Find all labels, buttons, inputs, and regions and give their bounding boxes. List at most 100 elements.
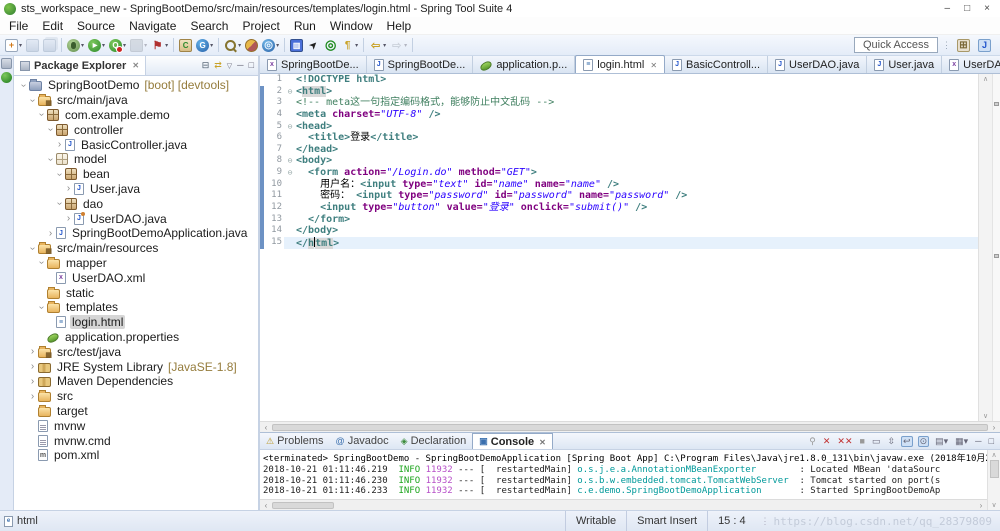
expander-icon[interactable]: [27, 346, 38, 357]
code-line-7[interactable]: 7</head>: [260, 144, 978, 156]
restore-button[interactable]: □: [964, 4, 970, 14]
scroll-right-icon[interactable]: ›: [975, 501, 987, 510]
expander-icon[interactable]: [18, 80, 29, 91]
code-line-4[interactable]: 4<meta charset="UTF-8" />: [260, 109, 978, 121]
tree-item-application-properties[interactable]: application.properties: [14, 330, 258, 345]
open-palette-button[interactable]: [243, 38, 260, 53]
code-line-5[interactable]: 5<head>: [260, 121, 978, 133]
tree-item-templates[interactable]: templates: [14, 300, 258, 315]
scrollbar-thumb[interactable]: [272, 502, 334, 509]
scroll-left-icon[interactable]: ‹: [260, 501, 272, 510]
fold-collapse-icon[interactable]: [284, 86, 296, 98]
min-icon[interactable]: [237, 61, 243, 70]
code-line-10[interactable]: 10 用户名：<input type="text" id="name" name…: [260, 179, 978, 191]
menu-item-run[interactable]: Run: [287, 18, 323, 34]
dropdown-arrow-icon[interactable]: ▾: [355, 42, 358, 49]
code-line-11[interactable]: 11 密码： <input type="password" id="passwo…: [260, 190, 978, 202]
maximize-view-button[interactable]: □: [988, 437, 995, 446]
line-number[interactable]: 13: [264, 214, 284, 226]
tree-item-springbootdemo[interactable]: SpringBootDemo [boot] [devtools]: [14, 78, 258, 93]
link-with-editor-button[interactable]: [305, 38, 322, 53]
tree-item-dao[interactable]: dao: [14, 196, 258, 211]
editor-empty-space[interactable]: [260, 249, 978, 421]
fold-collapse-icon[interactable]: [284, 121, 296, 133]
code-line-14[interactable]: 14</body>: [260, 225, 978, 237]
scroll-up-icon[interactable]: ∧: [983, 75, 988, 83]
tree-item-basiccontroller-java[interactable]: BasicController.java: [14, 137, 258, 152]
scroll-up-icon[interactable]: ∧: [991, 451, 996, 459]
max-icon[interactable]: [249, 61, 254, 70]
code-line-12[interactable]: 12 <input type="button" value="登录" oncli…: [260, 202, 978, 214]
tree-item-mapper[interactable]: mapper: [14, 256, 258, 271]
scroll-down-icon[interactable]: ∨: [991, 501, 996, 509]
expander-icon[interactable]: [63, 183, 74, 194]
open-console-button[interactable]: ▦▾: [954, 437, 969, 446]
expander-icon[interactable]: [54, 198, 65, 209]
dropdown-arrow-icon[interactable]: ▾: [102, 42, 105, 49]
code-line-13[interactable]: 13 </form>: [260, 214, 978, 226]
boot-dashboard-shortcut-icon[interactable]: [1, 72, 12, 83]
dropdown-arrow-icon[interactable]: ▾: [383, 42, 386, 49]
menu-item-project[interactable]: Project: [235, 18, 286, 34]
line-number[interactable]: 9: [264, 167, 284, 179]
expander-icon[interactable]: [45, 124, 56, 135]
profile-button[interactable]: ▾: [107, 38, 128, 53]
code-line-9[interactable]: 9 <form action="/Login.do" method="GET">: [260, 167, 978, 179]
menu-item-edit[interactable]: Edit: [35, 18, 70, 34]
run-button[interactable]: ▾: [86, 38, 107, 53]
fold-collapse-icon[interactable]: [284, 155, 296, 167]
terminate-button[interactable]: ■: [859, 437, 866, 446]
line-number[interactable]: 6: [264, 132, 284, 144]
expander-icon[interactable]: [27, 243, 38, 254]
back-button[interactable]: ▾: [367, 38, 388, 53]
tree-item-com-example-demo[interactable]: com.example.demo: [14, 108, 258, 123]
menu-item-navigate[interactable]: Navigate: [122, 18, 183, 34]
java-perspective-button[interactable]: [976, 38, 993, 53]
menu-item-source[interactable]: Source: [70, 18, 122, 34]
close-tab-icon[interactable]: [537, 436, 546, 448]
code-line-8[interactable]: 8<body>: [260, 155, 978, 167]
editor-vertical-scrollbar[interactable]: ∧ ∨: [978, 74, 992, 421]
tree-item-maven-dependencies[interactable]: Maven Dependencies: [14, 374, 258, 389]
code-line-1[interactable]: 1<!DOCTYPE html>: [260, 74, 978, 86]
line-number[interactable]: 12: [264, 202, 284, 214]
scrollbar-thumb[interactable]: [990, 460, 999, 478]
console-tab-problems[interactable]: Problems: [260, 433, 330, 449]
tree-item-bean[interactable]: bean: [14, 167, 258, 182]
line-number[interactable]: 4: [264, 109, 284, 121]
tree-item-src-main-java[interactable]: src/main/java: [14, 93, 258, 108]
line-number[interactable]: 3: [264, 97, 284, 109]
tree-item-pom-xml[interactable]: pom.xml: [14, 448, 258, 463]
view-menu-icon[interactable]: [227, 61, 232, 70]
expander-icon[interactable]: [45, 154, 56, 165]
console-horizontal-scrollbar[interactable]: ‹ ›: [260, 499, 987, 510]
scroll-down-icon[interactable]: ∨: [983, 412, 988, 420]
editor-tab-login-html[interactable]: login.html: [575, 55, 665, 73]
scroll-left-icon[interactable]: ‹: [260, 423, 272, 432]
search-button[interactable]: ▾: [222, 38, 243, 53]
line-number[interactable]: 15: [264, 237, 284, 249]
tree-item-springbootdemoapplication-java[interactable]: SpringBootDemoApplication.java: [14, 226, 258, 241]
package-explorer-shortcut-icon[interactable]: [1, 58, 12, 69]
close-tab-icon[interactable]: [648, 59, 657, 71]
tree-item-static[interactable]: static: [14, 285, 258, 300]
collapse-all-icon[interactable]: [202, 61, 210, 70]
expander-icon[interactable]: [36, 257, 47, 268]
overview-ruler[interactable]: [992, 74, 1000, 421]
line-number[interactable]: 10: [264, 179, 284, 191]
pin-console-button[interactable]: ⊙: [918, 436, 930, 447]
clear-console-button[interactable]: ▭: [871, 437, 882, 446]
minimize-view-button[interactable]: ─: [974, 437, 982, 446]
new-wizard-button[interactable]: ▾: [3, 38, 24, 53]
console-tab-javadoc[interactable]: Javadoc: [330, 433, 395, 449]
dropdown-arrow-icon[interactable]: ▾: [19, 42, 22, 49]
menu-item-window[interactable]: Window: [323, 18, 380, 34]
editor-tab-user-java[interactable]: User.java: [867, 56, 942, 73]
code-line-2[interactable]: 2<html>: [260, 86, 978, 98]
expander-icon[interactable]: [63, 213, 74, 224]
dropdown-arrow-icon[interactable]: ▾: [210, 42, 213, 49]
code-line-15[interactable]: 15</html>: [260, 237, 978, 249]
next-annotation-button[interactable]: ▾: [339, 38, 360, 53]
expander-icon[interactable]: [27, 391, 38, 402]
quick-access-box[interactable]: Quick Access: [854, 37, 938, 53]
